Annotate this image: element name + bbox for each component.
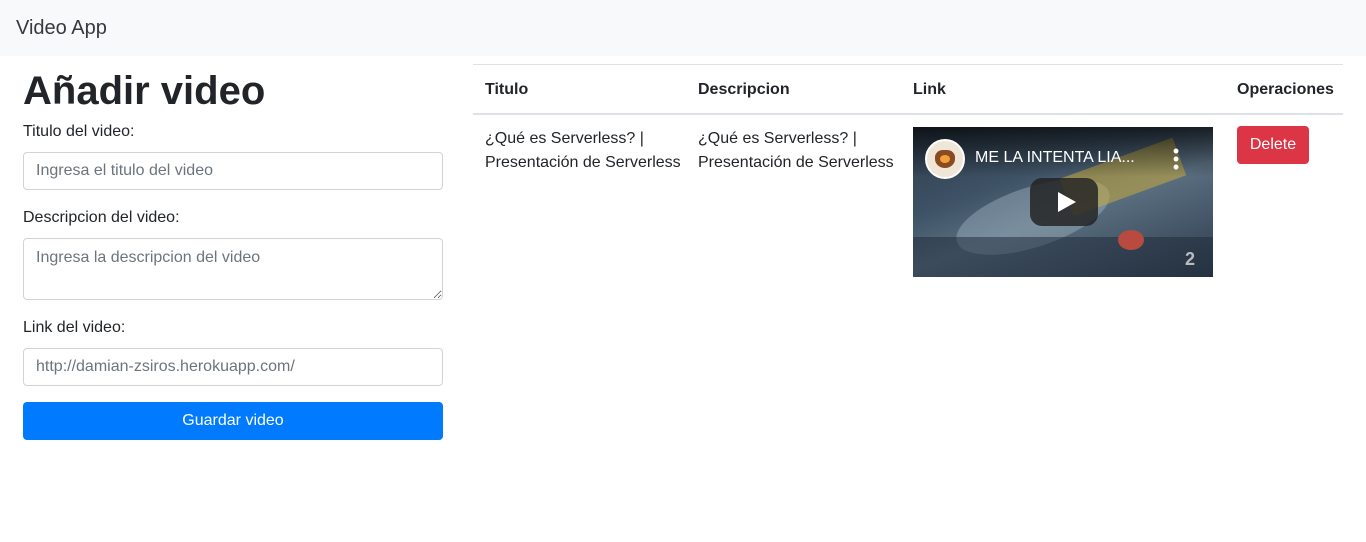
- title-input[interactable]: [23, 152, 443, 190]
- video-title[interactable]: ME LA INTENTA LIA...: [975, 149, 1135, 167]
- table-header-divider: [473, 113, 1343, 115]
- save-video-button[interactable]: Guardar video: [23, 402, 443, 440]
- link-label: Link del video:: [23, 319, 126, 336]
- navbar: Video App: [0, 0, 1366, 56]
- column-header-titulo: Titulo: [485, 81, 529, 98]
- channel-avatar[interactable]: [925, 139, 965, 179]
- cell-descripcion: ¿Qué es Serverless? | Presentación de Se…: [698, 130, 894, 171]
- column-header-descripcion: Descripcion: [698, 81, 790, 98]
- description-textarea[interactable]: [23, 238, 443, 300]
- navbar-brand[interactable]: Video App: [16, 16, 107, 40]
- table-top-border: [473, 64, 1343, 65]
- video-watermark: 2: [1185, 249, 1196, 269]
- cell-titulo: ¿Qué es Serverless? | Presentación de Se…: [485, 130, 681, 171]
- column-header-operaciones: Operaciones: [1237, 81, 1334, 98]
- page-title: Añadir video: [23, 69, 266, 113]
- column-header-link: Link: [913, 81, 946, 98]
- delete-button[interactable]: Delete: [1237, 126, 1309, 164]
- play-icon[interactable]: [1030, 178, 1098, 226]
- embedded-video-player[interactable]: ME LA INTENTA LIA... • • • 2: [913, 127, 1213, 277]
- link-input[interactable]: [23, 348, 443, 386]
- title-label: Titulo del video:: [23, 123, 135, 140]
- description-label: Descripcion del video:: [23, 209, 180, 226]
- more-vertical-icon[interactable]: • • •: [1171, 142, 1181, 176]
